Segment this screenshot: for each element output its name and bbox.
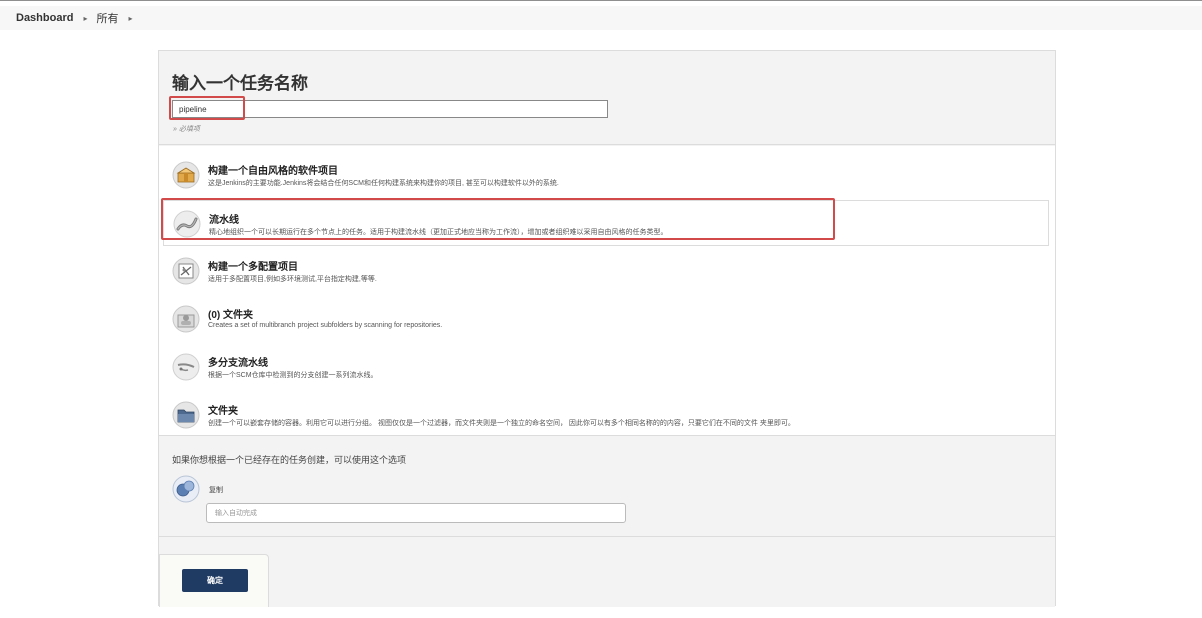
- freestyle-package-icon: [172, 161, 200, 189]
- copy-from-section: 如果你想根据一个已经存在的任务创建，可以使用这个选项 复制: [159, 437, 1055, 537]
- org-folder-icon: [172, 305, 200, 333]
- copy-section-title: 如果你想根据一个已经存在的任务创建，可以使用这个选项: [172, 455, 407, 465]
- item-type-label: 流水线: [209, 215, 239, 226]
- item-name-input[interactable]: [172, 100, 608, 118]
- item-type-label: 构建一个自由风格的软件项目: [208, 166, 338, 177]
- multi-config-icon: [172, 257, 200, 285]
- copy-from-input[interactable]: [206, 503, 626, 523]
- item-type-desc: 精心地组织一个可以长期运行在多个节点上的任务。适用于构建流水线（更加正式地应当称…: [209, 229, 668, 236]
- breadcrumb: Dashboard ▸ 所有 ▸: [0, 6, 1202, 30]
- breadcrumb-separator-icon: ▸: [128, 13, 133, 23]
- bottom-sticker: 确定: [159, 554, 269, 607]
- item-type-org-folder[interactable]: (0) 文件夹 Creates a set of multibranch pro…: [163, 296, 1049, 342]
- breadcrumb-all[interactable]: 所有: [96, 10, 118, 26]
- ok-button[interactable]: 确定: [182, 569, 248, 592]
- copy-label: 复制: [209, 487, 223, 494]
- footer-section: 确定: [159, 538, 1055, 607]
- item-type-desc: 适用于多配置项目,例如多环境测试,平台指定构建,等等.: [208, 276, 377, 283]
- item-type-label: 文件夹: [208, 406, 238, 417]
- item-type-multi-config[interactable]: 构建一个多配置项目 适用于多配置项目,例如多环境测试,平台指定构建,等等.: [163, 248, 1049, 294]
- item-type-desc: Creates a set of multibranch project sub…: [208, 322, 443, 329]
- required-hint: » 必填项: [173, 126, 200, 133]
- item-type-desc: 创建一个可以嵌套存储的容器。利用它可以进行分组。 视图仅仅是一个过滤器，而文件夹…: [208, 420, 795, 427]
- page-title: 输入一个任务名称: [172, 74, 308, 93]
- item-type-list: 构建一个自由风格的软件项目 这是Jenkins的主要功能.Jenkins将会结合…: [159, 146, 1055, 436]
- breadcrumb-separator-icon: ▸: [83, 13, 88, 23]
- item-type-label: (0) 文件夹: [208, 310, 253, 321]
- item-name-section: 输入一个任务名称 » 必填项: [159, 51, 1055, 145]
- item-type-label: 构建一个多配置项目: [208, 262, 298, 273]
- item-type-pipeline[interactable]: 流水线 精心地组织一个可以长期运行在多个节点上的任务。适用于构建流水线（更加正式…: [163, 200, 1049, 246]
- breadcrumb-dashboard[interactable]: Dashboard: [16, 12, 73, 24]
- item-type-desc: 根据一个SCM仓库中检测到的分支创建一系列流水线。: [208, 372, 378, 379]
- item-type-label: 多分支流水线: [208, 358, 268, 369]
- item-type-desc: 这是Jenkins的主要功能.Jenkins将会结合任何SCM和任何构建系统来构…: [208, 180, 559, 187]
- item-type-multibranch-pipeline[interactable]: 多分支流水线 根据一个SCM仓库中检测到的分支创建一系列流水线。: [163, 344, 1049, 390]
- folder-icon: [172, 401, 200, 429]
- multibranch-pipeline-icon: [172, 353, 200, 381]
- copy-icon: [172, 475, 200, 503]
- item-type-folder[interactable]: 文件夹 创建一个可以嵌套存储的容器。利用它可以进行分组。 视图仅仅是一个过滤器，…: [163, 392, 1049, 438]
- pipeline-icon: [173, 210, 201, 238]
- item-type-freestyle[interactable]: 构建一个自由风格的软件项目 这是Jenkins的主要功能.Jenkins将会结合…: [163, 152, 1049, 198]
- new-item-panel: 输入一个任务名称 » 必填项 构建一个自由风格的软件项目 这是Jenkins的主…: [158, 50, 1056, 607]
